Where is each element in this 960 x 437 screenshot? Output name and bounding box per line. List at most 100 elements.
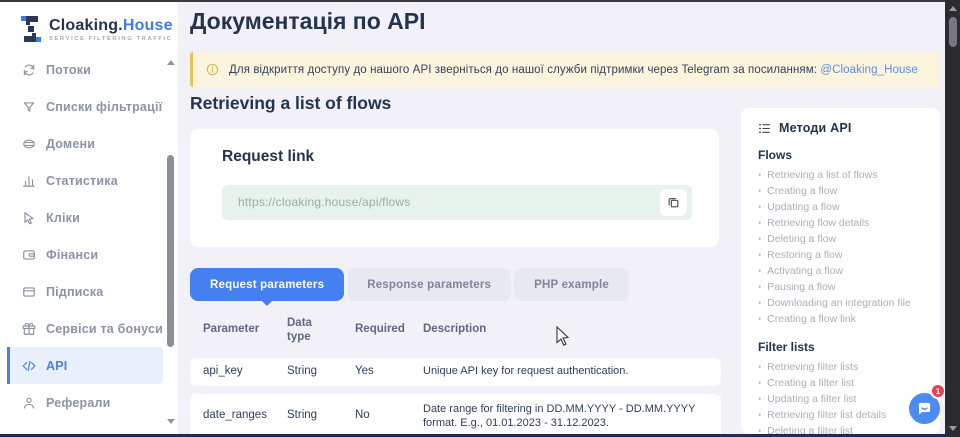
chat-icon xyxy=(916,400,933,417)
browser-scrollbar-thumb[interactable] xyxy=(949,17,957,47)
info-icon xyxy=(206,63,219,76)
param-type: String xyxy=(287,409,317,421)
code-icon xyxy=(22,359,36,373)
sidebar-item-label: Домени xyxy=(46,137,95,151)
methods-section-flows: Flows xyxy=(758,148,923,162)
section-title: Retrieving a list of flows xyxy=(190,93,391,114)
method-link[interactable]: Deleting a filter list xyxy=(758,423,923,434)
sidebar-item-label: Потоки xyxy=(46,63,91,77)
scroll-down-icon[interactable] xyxy=(949,426,957,431)
notification-badge: 1 xyxy=(930,383,946,399)
param-type: String xyxy=(287,365,317,377)
sidebar-item-label: Сервіси та бонуси xyxy=(46,322,163,336)
methods-panel-title: Методи API xyxy=(779,121,852,135)
method-link[interactable]: Retrieving a list of flows xyxy=(758,167,923,183)
table-header: Parameter Data type Required Description xyxy=(190,310,721,348)
logo-text: Cloaking.House SERVICE FILTERING TRAFFIC xyxy=(49,17,173,42)
cursor-icon xyxy=(22,211,36,225)
scroll-up-icon[interactable] xyxy=(167,60,175,65)
sidebar-item-label: Підписка xyxy=(46,285,103,299)
globe-icon xyxy=(22,137,36,151)
info-banner: Для відкриття доступу до нашого API звер… xyxy=(190,52,940,87)
sidebar-item-referrals[interactable]: Реферали xyxy=(7,384,163,421)
method-link[interactable]: Retrieving filter lists xyxy=(758,359,923,375)
method-link[interactable]: Creating a filter list xyxy=(758,375,923,391)
tab-php-example[interactable]: PHP example xyxy=(514,268,629,301)
filter-icon xyxy=(22,100,36,114)
table-row: api_key String Yes Unique API key for re… xyxy=(190,358,721,386)
page-title: Документація по API xyxy=(190,8,425,35)
col-parameter: Parameter xyxy=(203,323,259,335)
sidebar-item-flows[interactable]: Потоки xyxy=(7,51,163,88)
sidebar-item-label: Реферали xyxy=(46,396,111,410)
method-link[interactable]: Retrieving filter list details xyxy=(758,407,923,423)
sidebar-item-label: Статистика xyxy=(46,174,118,188)
method-link[interactable]: Creating a flow link xyxy=(758,311,923,327)
sidebar-item-filter-lists[interactable]: Списки фільтрації xyxy=(7,88,163,125)
method-link[interactable]: Deleting a flow xyxy=(758,231,923,247)
sidebar-item-label: Списки фільтрації xyxy=(46,100,162,114)
api-methods-panel: Методи API Flows Retrieving a list of fl… xyxy=(741,108,940,434)
bar-chart-icon xyxy=(22,174,36,188)
table-row: date_ranges String No Date range for fil… xyxy=(190,394,721,437)
tab-response-parameters[interactable]: Response parameters xyxy=(347,268,511,301)
list-icon xyxy=(758,122,771,135)
method-link[interactable]: Activating a flow xyxy=(758,263,923,279)
sidebar: Cloaking.House SERVICE FILTERING TRAFFIC… xyxy=(0,2,178,434)
mouse-cursor xyxy=(556,326,570,346)
param-required: No xyxy=(355,409,370,421)
sidebar-item-services-bonuses[interactable]: Сервіси та бонуси xyxy=(7,310,163,347)
method-link[interactable]: Creating a flow xyxy=(758,183,923,199)
sidebar-item-label: API xyxy=(46,359,67,373)
param-name: api_key xyxy=(203,365,243,377)
gift-icon xyxy=(22,322,36,336)
browser-scrollbar[interactable] xyxy=(945,0,960,437)
sidebar-item-label: Кліки xyxy=(46,211,80,225)
method-link[interactable]: Updating a flow xyxy=(758,199,923,215)
sync-icon xyxy=(22,63,36,77)
param-description: Unique API key for request authenticatio… xyxy=(423,365,715,379)
scroll-up-icon[interactable] xyxy=(949,6,957,11)
sidebar-item-finances[interactable]: Фінанси xyxy=(7,236,163,273)
user-icon xyxy=(22,396,36,410)
sidebar-item-domains[interactable]: Домени xyxy=(7,125,163,162)
col-data-type: Data type xyxy=(287,316,327,344)
param-name: date_ranges xyxy=(203,409,267,421)
sidebar-scrollbar[interactable] xyxy=(166,2,176,434)
telegram-link[interactable]: @Cloaking_House xyxy=(820,64,918,76)
request-link-title: Request link xyxy=(222,148,314,166)
logo-subtitle: SERVICE FILTERING TRAFFIC xyxy=(49,36,173,42)
banner-text: Для відкриття доступу до нашого API звер… xyxy=(229,64,918,76)
request-url: https://cloaking.house/api/flows xyxy=(238,185,411,220)
methods-panel-header: Методи API xyxy=(758,121,923,135)
method-link[interactable]: Downloading an integration file xyxy=(758,295,923,311)
col-description: Description xyxy=(423,323,486,335)
parameter-tabs: Request parameters Response parameters P… xyxy=(190,268,629,301)
logo-name-dark: Cloaking. xyxy=(49,17,123,34)
scroll-down-icon[interactable] xyxy=(167,419,175,424)
sidebar-item-clicks[interactable]: Кліки xyxy=(7,199,163,236)
credit-card-icon xyxy=(22,285,36,299)
request-link-card: Request link https://cloaking.house/api/… xyxy=(190,129,719,247)
copy-icon xyxy=(667,196,680,209)
request-url-field[interactable]: https://cloaking.house/api/flows xyxy=(222,185,692,220)
col-required: Required xyxy=(355,323,405,335)
sidebar-item-subscription[interactable]: Підписка xyxy=(7,273,163,310)
logo[interactable]: Cloaking.House SERVICE FILTERING TRAFFIC xyxy=(20,14,173,44)
sidebar-item-label: Фінанси xyxy=(46,248,98,262)
method-link[interactable]: Updating a filter list xyxy=(758,391,923,407)
sidebar-nav: Потоки Списки фільтрації Домени Статисти… xyxy=(0,51,163,421)
sidebar-scrollbar-thumb[interactable] xyxy=(167,155,174,347)
method-link[interactable]: Restoring a flow xyxy=(758,247,923,263)
method-link[interactable]: Retrieving flow details xyxy=(758,215,923,231)
wallet-icon xyxy=(22,248,36,262)
app-window: Cloaking.House SERVICE FILTERING TRAFFIC… xyxy=(0,0,960,437)
sidebar-item-api[interactable]: API xyxy=(7,347,163,384)
window-top-edge xyxy=(0,0,960,2)
methods-section-filter-lists: Filter lists xyxy=(758,340,923,354)
sidebar-item-statistics[interactable]: Статистика xyxy=(7,162,163,199)
method-link[interactable]: Pausing a flow xyxy=(758,279,923,295)
copy-button[interactable] xyxy=(660,189,687,216)
tab-request-parameters[interactable]: Request parameters xyxy=(190,268,344,301)
logo-icon xyxy=(20,14,42,44)
